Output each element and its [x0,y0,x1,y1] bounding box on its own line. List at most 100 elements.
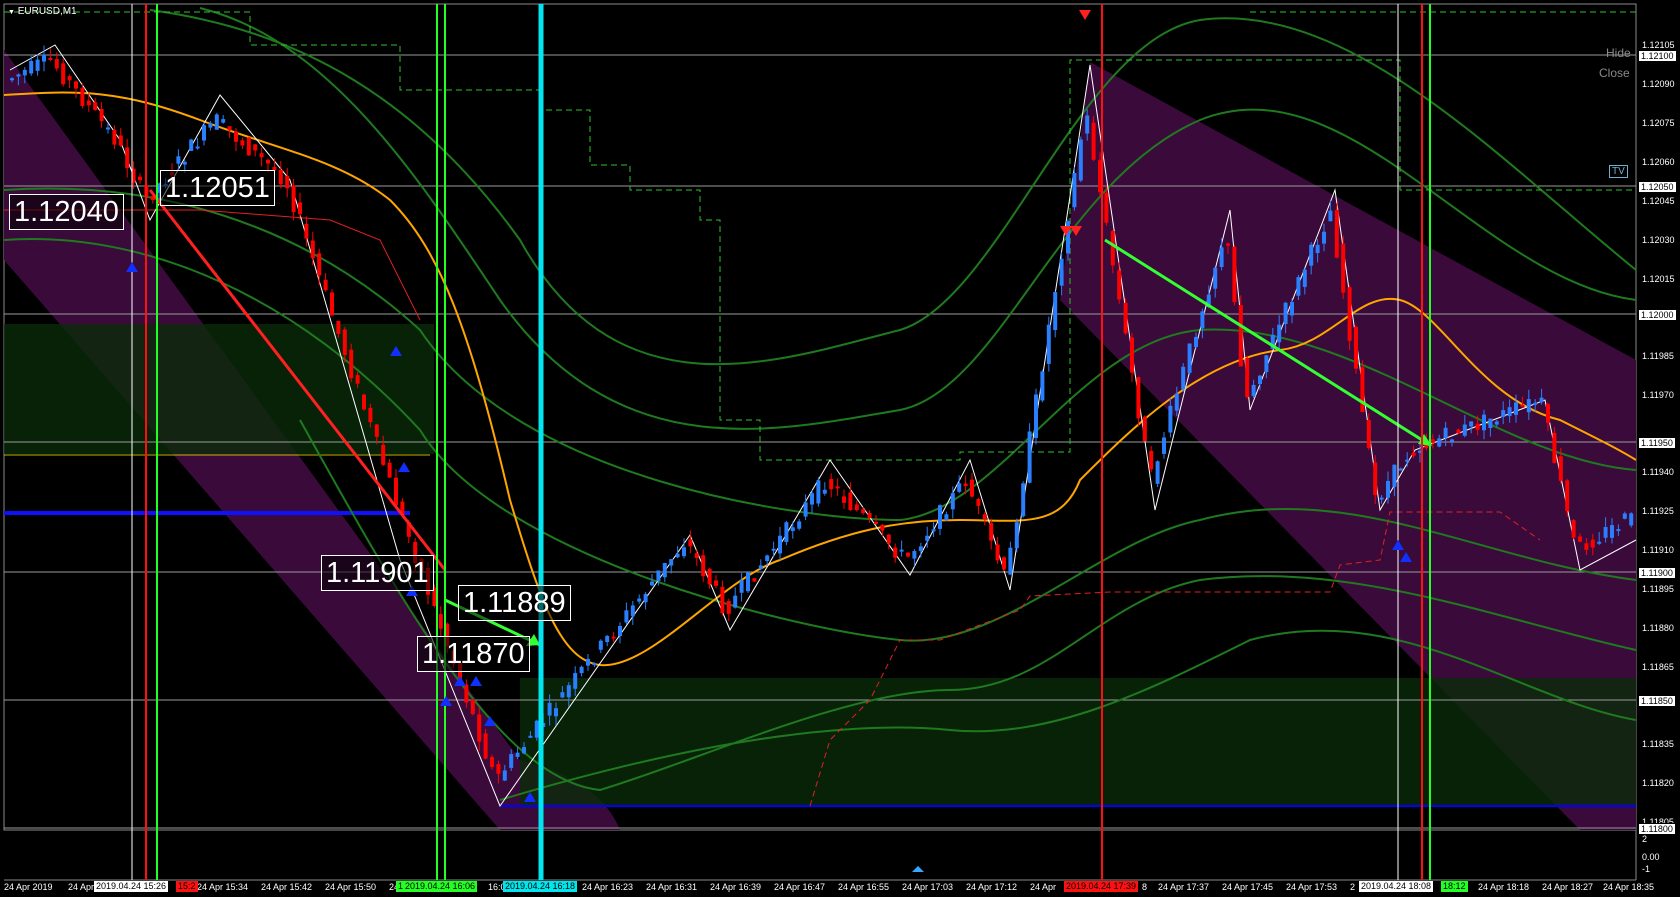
candle-body [1405,459,1410,462]
candle-body [842,496,846,503]
candle-body [1226,243,1230,246]
window-title[interactable]: ▼ EURUSD,M1 [8,6,77,17]
vline-date-tag: 2019.04.24 18:08 [1359,881,1434,892]
time-tick: 24 Apr 17:12 [966,882,1018,892]
time-tick: 24 Apr 16:47 [774,882,826,892]
candle-body [739,580,744,593]
candle-body [394,477,398,506]
candle-body [1258,375,1262,384]
vline-date-tag: 2019.04.24 16:06 [403,881,478,892]
candle-body [1603,527,1608,538]
close-button[interactable]: Close [1599,66,1630,80]
level-price-label: 1.12100 [1638,50,1677,62]
candle-body [1149,450,1154,470]
candle-body [1008,547,1013,575]
candle-body [1552,432,1557,463]
candle-body [778,535,782,554]
candle-body [1194,336,1198,348]
candle-body [355,375,360,384]
candle-body [1584,543,1589,550]
candle-body [1002,557,1006,570]
candle-body [1238,304,1243,367]
candle-body [893,547,898,558]
tv-button[interactable]: TV [1609,165,1628,178]
candle-body [86,100,91,106]
candle-body [848,492,853,510]
candle-body [1571,520,1576,538]
candle-body [1597,541,1602,544]
candle-body [1558,456,1563,481]
level-box: 1.11889 [458,585,571,621]
candle-body [1475,423,1480,430]
candle-body [752,578,757,582]
candle-body [387,462,392,478]
price-tick: 1.11880 [1642,623,1674,633]
time-tick: 2 [1350,882,1356,892]
price-tick: 1.11835 [1642,739,1674,749]
candle-body [502,770,507,781]
candle-body [42,54,46,62]
indicator-tick: -1 [1642,864,1651,874]
chart-canvas[interactable] [0,0,1680,897]
hide-button[interactable]: Hide [1606,46,1631,60]
candle-body [483,733,488,759]
candle-body [1104,192,1109,223]
candle-body [1187,343,1192,373]
candle-body [1091,122,1096,160]
vline-time-tag: 18:12 [1441,881,1468,892]
candle-body [1488,418,1493,429]
candle-body [912,551,917,559]
candle-body [963,483,968,487]
time-tick: 24 Apr 16:55 [838,882,890,892]
candle-body [1334,209,1339,258]
candle-body [1174,393,1179,411]
time-tick: 24 Apr 18:27 [1542,882,1594,892]
candle-body [189,139,194,151]
candle-body [918,546,923,552]
price-tick: 1.12045 [1642,196,1675,206]
price-tick: 1.12015 [1642,274,1675,284]
candle-body [1034,394,1038,438]
candle-body [1430,439,1435,443]
price-tick: 1.11895 [1642,584,1674,594]
dropdown-icon[interactable]: ▼ [8,9,15,16]
candle-body [336,320,341,334]
candle-body [592,663,597,666]
candle-body [1482,414,1486,431]
candle-body [1110,231,1115,266]
candle-body [822,489,827,494]
candle-body [48,58,53,61]
candle-body [112,129,117,145]
candle-body [1123,302,1128,334]
candle-body [1462,424,1467,436]
candle-body [1296,277,1301,296]
candle-body [342,329,347,356]
candle-body [1366,419,1371,449]
candle-body [490,757,494,768]
candle-body [1347,287,1352,341]
candle-body [1501,410,1506,418]
candle-body [1539,397,1544,403]
level-price-label: 1.12000 [1638,309,1677,321]
price-tick: 1.12060 [1642,157,1675,167]
candle-body [1040,371,1045,401]
candle-body [1014,522,1019,549]
candle-body [573,673,578,689]
candle-body [733,595,738,608]
price-tick: 1.12105 [1642,40,1675,50]
candle-body [1328,210,1333,222]
time-tick: 24 Apr 15:42 [261,882,313,892]
level-box: 1.11901 [321,555,434,591]
candle-body [611,636,616,639]
candle-body [464,684,469,703]
candle-body [669,559,674,566]
candle-body [720,586,725,614]
candle-body [630,605,635,617]
candle-body [1046,324,1051,364]
time-tick: 24 Apr 16:31 [646,882,698,892]
candle-body [1219,247,1224,268]
time-tick: 24 Apr [1030,882,1057,892]
candle-body [1469,421,1474,427]
candle-body [221,119,226,123]
time-tick: 24 Apr 16:23 [582,882,634,892]
